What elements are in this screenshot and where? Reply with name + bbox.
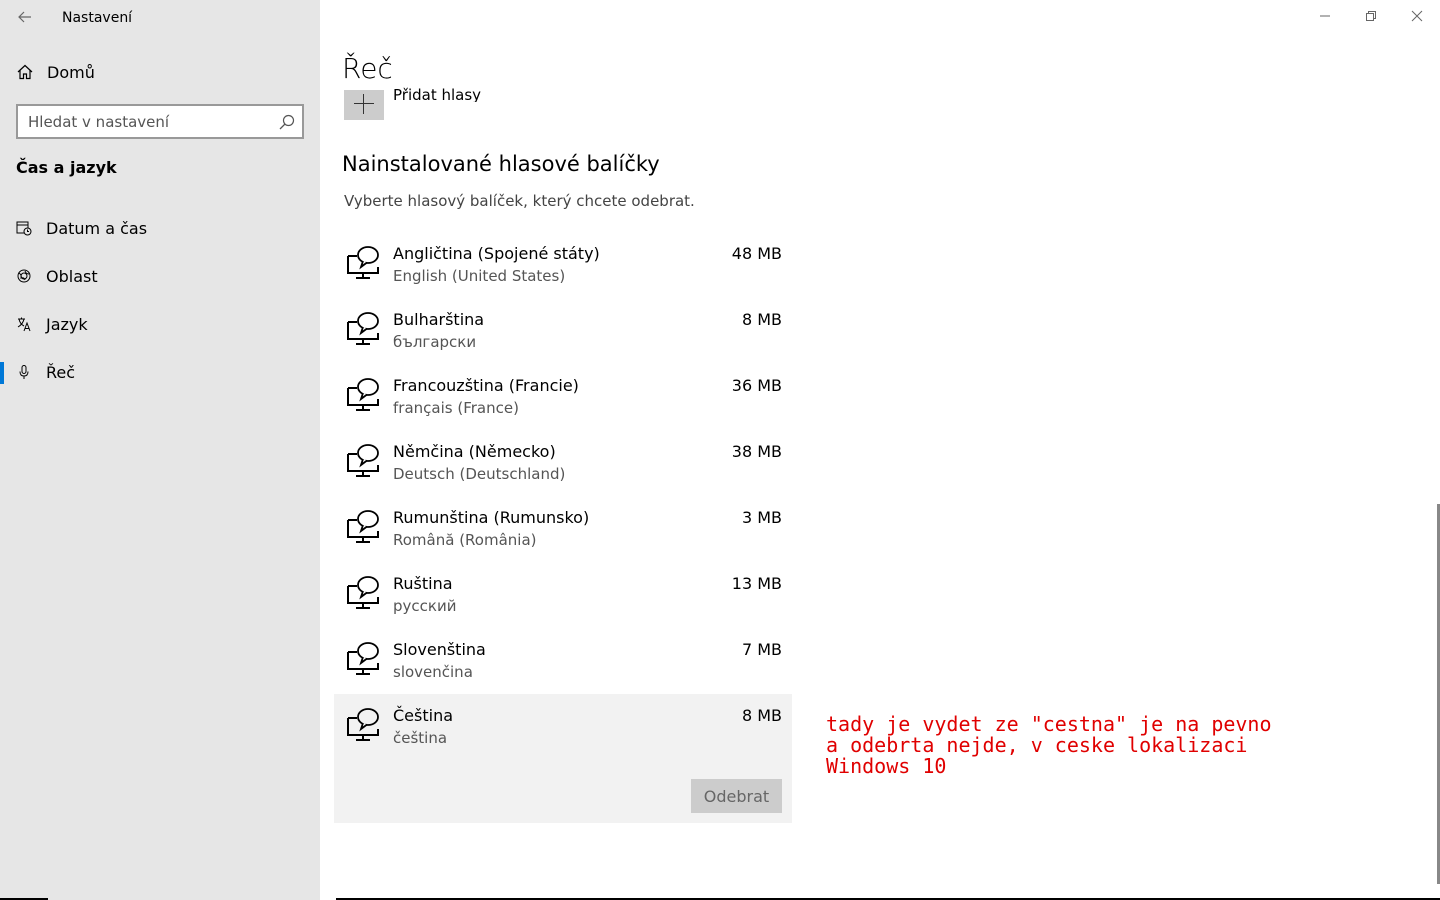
- search-input[interactable]: [18, 106, 302, 137]
- globe-icon: [17, 269, 31, 283]
- remove-button[interactable]: Odebrat: [691, 779, 782, 813]
- installed-heading: Nainstalované hlasové balíčky: [342, 152, 660, 176]
- language-icon: [17, 317, 31, 332]
- sidebar-item-label: Řeč: [46, 362, 76, 382]
- voice-pack-name: Angličtina (Spojené státy): [393, 244, 600, 263]
- voice-pack-name: Rumunština (Rumunsko): [393, 508, 590, 527]
- sidebar-item-label: Datum a čas: [46, 218, 148, 238]
- add-voices-button[interactable]: [344, 90, 384, 120]
- page-title: Řeč: [342, 52, 393, 85]
- nav-home[interactable]: Domů: [16, 60, 306, 84]
- microphone-icon: [19, 365, 29, 379]
- home-icon: [17, 64, 33, 80]
- back-button[interactable]: [14, 6, 36, 28]
- nav-home-label: Domů: [47, 62, 95, 82]
- voice-pack-size: 8 MB: [741, 310, 782, 329]
- voice-pack-size: 7 MB: [741, 640, 782, 659]
- voice-pack-size: 38 MB: [731, 442, 782, 461]
- voice-pack-name: Francouzština (Francie): [393, 376, 579, 395]
- close-icon: [1411, 10, 1423, 22]
- speech-pack-icon: [347, 576, 379, 609]
- annotation-text: tady je vydet ze "cestna" je na pevno a …: [826, 712, 1272, 778]
- speech-pack-icon: [347, 378, 379, 411]
- voice-pack-native-name: français (France): [393, 399, 519, 417]
- restore-button[interactable]: [1348, 0, 1394, 32]
- voice-pack-name: Němčina (Německo): [393, 442, 556, 461]
- voice-pack-row[interactable]: Čeština čeština 8 MB Odebrat: [334, 694, 792, 823]
- sidebar-item-label: Jazyk: [46, 314, 88, 334]
- voice-pack-size: 3 MB: [741, 508, 782, 527]
- sidebar-item-speech[interactable]: Řeč: [0, 352, 320, 392]
- sidebar: Nastavení Domů Čas a jazyk Datum a čas O…: [0, 0, 320, 900]
- voice-pack-name: Čeština: [393, 706, 454, 725]
- voice-pack-native-name: български: [393, 333, 477, 351]
- voice-pack-name: Slovenština: [393, 640, 486, 659]
- voice-pack-size: 36 MB: [731, 376, 782, 395]
- app-title: Nastavení: [62, 10, 133, 26]
- clock-calendar-icon: [16, 221, 32, 236]
- voice-pack-native-name: English (United States): [393, 267, 566, 285]
- sidebar-item-date-time[interactable]: Datum a čas: [0, 208, 320, 248]
- speech-pack-icon: [347, 510, 379, 543]
- voice-pack-native-name: Română (România): [393, 531, 537, 549]
- voice-pack-native-name: Deutsch (Deutschland): [393, 465, 566, 483]
- voice-pack-row[interactable]: Ruština русский 13 MB: [334, 562, 792, 628]
- speech-pack-icon: [347, 642, 379, 675]
- section-heading: Čas a jazyk: [16, 158, 117, 177]
- add-voices-label[interactable]: Přidat hlasy: [393, 86, 481, 102]
- voice-pack-row[interactable]: Němčina (Německo) Deutsch (Deutschland) 38…: [334, 430, 792, 496]
- sidebar-item-language[interactable]: Jazyk: [0, 304, 320, 344]
- speech-pack-icon: [347, 246, 379, 279]
- back-arrow-icon: [18, 11, 31, 23]
- close-button[interactable]: [1394, 0, 1440, 32]
- main-content: Řeč Přidat hlasy Nainstalované hlasové b…: [320, 0, 1440, 900]
- voice-pack-size: 48 MB: [731, 244, 782, 263]
- active-indicator: [0, 362, 4, 384]
- speech-pack-icon: [347, 312, 379, 345]
- voice-pack-size: 8 MB: [741, 706, 782, 725]
- sidebar-item-label: Oblast: [46, 266, 98, 286]
- search-box[interactable]: [16, 104, 304, 139]
- voice-pack-native-name: čeština: [393, 729, 448, 747]
- voice-pack-row[interactable]: Rumunština (Rumunsko) Română (România) 3 M…: [334, 496, 792, 562]
- installed-description: Vyberte hlasový balíček, který chcete od…: [344, 192, 695, 210]
- speech-pack-icon: [347, 444, 379, 477]
- voice-pack-row[interactable]: Slovenština slovenčina 7 MB: [334, 628, 792, 694]
- voice-pack-row[interactable]: Bulharština български 8 MB: [334, 298, 792, 364]
- voice-pack-row[interactable]: Francouzština (Francie) français (France)…: [334, 364, 792, 430]
- voice-pack-native-name: slovenčina: [393, 663, 473, 681]
- search-icon[interactable]: [278, 113, 296, 131]
- minimize-button[interactable]: [1302, 0, 1348, 32]
- voice-pack-name: Ruština: [393, 574, 453, 593]
- add-voices-label-clip: Přidat hlasy: [393, 82, 593, 102]
- speech-pack-icon: [347, 708, 379, 741]
- voice-pack-name: Bulharština: [393, 310, 485, 329]
- sidebar-item-region[interactable]: Oblast: [0, 256, 320, 296]
- restore-icon: [1366, 11, 1376, 21]
- voice-pack-size: 13 MB: [731, 574, 782, 593]
- voice-pack-native-name: русский: [393, 597, 457, 615]
- voice-pack-row[interactable]: Angličtina (Spojené státy) English (Unite…: [334, 232, 792, 298]
- minimize-icon: [1320, 15, 1330, 17]
- voice-pack-list: Angličtina (Spojené státy) English (Unite…: [334, 232, 792, 823]
